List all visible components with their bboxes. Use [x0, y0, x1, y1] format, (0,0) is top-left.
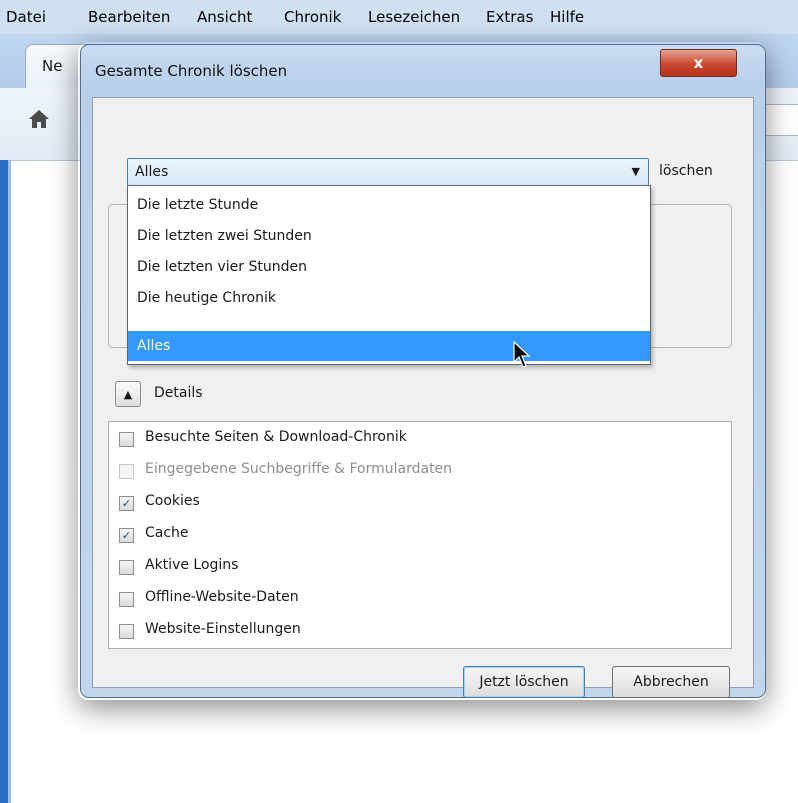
- checkbox-label: Besuchte Seiten & Download-Chronik: [145, 429, 407, 445]
- menu-extras[interactable]: Extras: [486, 8, 533, 26]
- checkbox-row-cache[interactable]: ✓ Cache: [119, 522, 719, 548]
- menu-bar: Datei Bearbeiten Ansicht Chronik Lesezei…: [0, 0, 798, 34]
- checkbox-label: Website-Einstellungen: [145, 621, 301, 637]
- menu-lesezeichen[interactable]: Lesezeichen: [368, 8, 460, 26]
- time-range-dropdown: Die letzte Stunde Die letzten zwei Stund…: [127, 185, 651, 365]
- checkbox-row-logins[interactable]: Aktive Logins: [119, 554, 719, 580]
- dropdown-option-last-hour[interactable]: Die letzte Stunde: [128, 190, 650, 220]
- clear-now-button[interactable]: Jetzt löschen: [463, 666, 585, 698]
- browser-tab-label: Ne: [42, 57, 63, 75]
- menu-datei[interactable]: Datei: [6, 8, 46, 26]
- menu-hilfe[interactable]: Hilfe: [550, 8, 584, 26]
- mouse-cursor-icon: [513, 341, 531, 368]
- checkbox-row-cookies[interactable]: ✓ Cookies: [119, 490, 719, 516]
- clear-items-list: Besuchte Seiten & Download-Chronik Einge…: [108, 421, 732, 649]
- chevron-down-icon: ▼: [631, 165, 640, 178]
- menu-chronik[interactable]: Chronik: [284, 8, 341, 26]
- dropdown-option-today[interactable]: Die heutige Chronik: [128, 283, 650, 313]
- details-toggle-button[interactable]: ▲: [115, 381, 141, 407]
- checkbox-label: Eingegebene Suchbegriffe & Formulardaten: [145, 461, 453, 477]
- details-label[interactable]: Details: [154, 385, 203, 401]
- checkbox-label: Offline-Website-Daten: [145, 589, 299, 605]
- dialog-title: Gesamte Chronik löschen: [95, 62, 288, 80]
- checkbox[interactable]: [119, 560, 134, 575]
- checkbox-row-history[interactable]: Besuchte Seiten & Download-Chronik: [119, 426, 719, 452]
- chevron-up-icon: ▲: [123, 387, 133, 401]
- checkbox-checked[interactable]: ✓: [119, 528, 134, 543]
- window-edge: [0, 160, 11, 803]
- close-button[interactable]: x: [660, 49, 737, 77]
- menu-ansicht[interactable]: Ansicht: [197, 8, 252, 26]
- time-range-select[interactable]: Alles ▼: [127, 158, 649, 186]
- menu-bearbeiten[interactable]: Bearbeiten: [88, 8, 170, 26]
- time-range-suffix: löschen: [659, 163, 713, 179]
- cancel-button[interactable]: Abbrechen: [612, 666, 730, 698]
- dropdown-option-everything[interactable]: Alles: [128, 331, 650, 361]
- time-range-value: Alles: [135, 164, 169, 180]
- checkbox-label: Cache: [145, 525, 189, 541]
- checkbox-row-offline[interactable]: Offline-Website-Daten: [119, 586, 719, 612]
- checkbox: [119, 464, 134, 479]
- checkbox[interactable]: [119, 624, 134, 639]
- checkbox-label: Aktive Logins: [145, 557, 239, 573]
- checkbox-row-formdata: Eingegebene Suchbegriffe & Formulardaten: [119, 458, 719, 484]
- checkbox-row-site-settings[interactable]: Website-Einstellungen: [119, 618, 719, 644]
- checkbox-checked[interactable]: ✓: [119, 496, 134, 511]
- dialog-body: Alles ▼ löschen ▲ Details Besuchte Seite…: [92, 97, 754, 698]
- home-icon[interactable]: [26, 106, 52, 132]
- checkbox-label: Cookies: [145, 493, 200, 509]
- dropdown-option-four-hours[interactable]: Die letzten vier Stunden: [128, 252, 650, 282]
- checkbox[interactable]: [119, 592, 134, 607]
- clear-history-dialog: Gesamte Chronik löschen x Alles ▼ lösche…: [80, 44, 766, 698]
- dropdown-option-two-hours[interactable]: Die letzten zwei Stunden: [128, 221, 650, 251]
- checkbox[interactable]: [119, 432, 134, 447]
